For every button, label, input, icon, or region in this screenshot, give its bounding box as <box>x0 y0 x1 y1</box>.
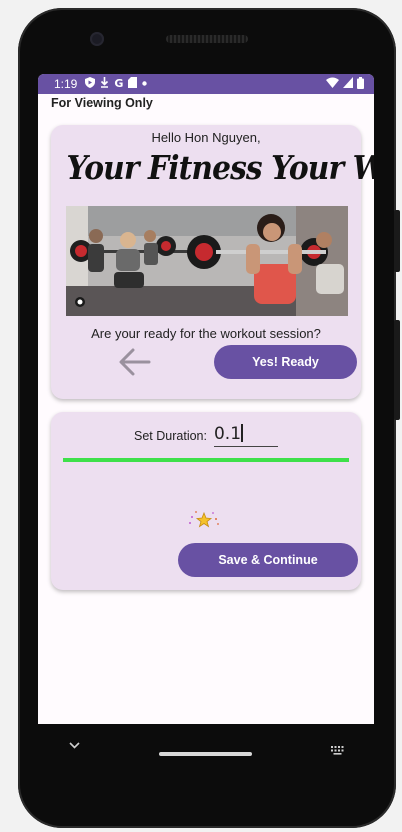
duration-card: Set Duration: 0.1 Save & Continue <box>51 412 361 590</box>
duration-progress-bar <box>63 458 349 462</box>
status-time: 1:19 <box>54 77 78 91</box>
duration-label: Set Duration: <box>134 429 207 443</box>
duration-input[interactable]: 0.1 <box>213 424 278 447</box>
star-sparkle-icon <box>187 509 221 529</box>
duration-row: Set Duration: 0.1 <box>51 424 361 447</box>
save-continue-button[interactable]: Save & Continue <box>178 543 358 577</box>
arrow-left-icon[interactable] <box>117 347 151 377</box>
download-icon <box>100 76 109 92</box>
app-screen: 1:19 G For Viewing Only Hello Hon Nguyen… <box>38 74 374 724</box>
duration-progress-fill <box>63 458 349 462</box>
power-button <box>394 320 400 420</box>
volume-button <box>394 210 400 272</box>
shield-icon <box>85 76 96 92</box>
duration-value: 0.1 <box>213 424 242 444</box>
front-camera <box>90 32 104 46</box>
google-icon: G <box>114 77 124 90</box>
battery-icon <box>357 76 364 92</box>
keyboard-icon[interactable] <box>331 740 344 755</box>
headline-text: Your Fitness Your Way <box>66 148 375 187</box>
intro-card: Hello Hon Nguyen, Your Fitness Your Way <box>51 125 375 399</box>
earpiece-speaker <box>166 35 248 43</box>
workout-photo-illustration <box>66 206 348 316</box>
greeting-text: Hello Hon Nguyen, <box>151 130 261 145</box>
system-nav-bar <box>38 724 374 768</box>
signal-icon <box>343 77 353 91</box>
chevron-down-icon[interactable] <box>69 738 80 752</box>
wifi-icon <box>326 77 339 91</box>
workout-hero-image <box>66 206 348 316</box>
status-bar: 1:19 G <box>38 74 374 94</box>
text-cursor <box>241 424 243 442</box>
page-header: For Viewing Only <box>51 96 153 110</box>
ready-question: Are your ready for the workout session? <box>91 326 321 341</box>
sd-card-icon <box>128 76 138 92</box>
dot-icon <box>142 78 148 90</box>
home-pill-icon[interactable] <box>159 752 252 756</box>
yes-ready-button[interactable]: Yes! Ready <box>214 345 357 379</box>
